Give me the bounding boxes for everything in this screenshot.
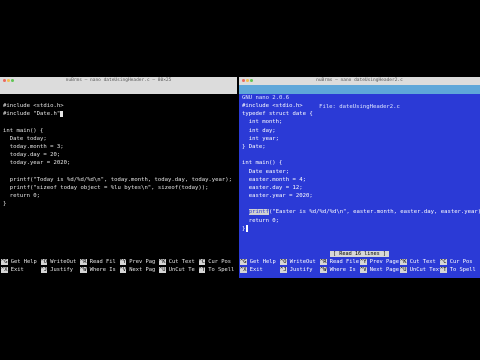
- shortcut-label: Next Page: [366, 267, 399, 273]
- code-line: typedef struct date {: [242, 111, 313, 118]
- close-button[interactable]: [3, 79, 6, 82]
- close-button[interactable]: [242, 79, 245, 82]
- shortcut-item[interactable]: ^G Get Help: [240, 259, 276, 266]
- shortcut-item[interactable]: ^O WriteOut: [40, 259, 77, 266]
- left-window-title: nuBrms — nano dateUsingHeader.c — 80×25: [65, 78, 172, 83]
- shortcut-label: Get Help: [7, 259, 37, 265]
- code-line: int year;: [242, 135, 280, 142]
- code-line: easter.day = 12;: [242, 184, 303, 191]
- code-line: today.year = 2020;: [3, 160, 71, 167]
- shortcut-item[interactable]: ^J Justify: [40, 267, 73, 274]
- shortcut-item[interactable]: ^T To Spell: [440, 267, 476, 274]
- shortcut-label: Where Is: [86, 267, 116, 273]
- right-code-editor[interactable]: #include <stdio.h> typedef struct date { …: [242, 102, 480, 233]
- window-controls: [242, 79, 254, 83]
- shortcut-item[interactable]: ^T To Spell: [198, 267, 235, 274]
- shortcut-item[interactable]: ^O WriteOut: [280, 259, 316, 266]
- left-window-titlebar[interactable]: nuBrms — nano dateUsingHeader.c — 80×25: [0, 77, 237, 85]
- right-nano-header: GNU nano 2.0.6 File: dateUsingHeader2.c: [239, 85, 480, 110]
- shortcut-label: Cur Pos: [446, 259, 473, 265]
- shortcut-item[interactable]: ^Y Prev Pag: [119, 259, 156, 266]
- shortcut-label: To Spell: [446, 267, 476, 273]
- code-line: printf("Today is %d/%d/%d\n", today.mont…: [3, 176, 233, 183]
- code-line: int month;: [242, 119, 283, 126]
- minimize-button[interactable]: [246, 79, 249, 82]
- shortcut-item[interactable]: ^C Cur Pos: [440, 259, 472, 266]
- shortcut-label: Prev Page: [366, 259, 399, 265]
- code-line: #include <stdio.h>: [242, 103, 303, 109]
- shortcut-item[interactable]: ^R Read File: [320, 259, 359, 266]
- shortcut-label: WriteOut: [47, 259, 77, 265]
- shortcut-label: WriteOut: [286, 259, 316, 265]
- right-window-title: nuBrms — nano dateUsingHeader2.c: [316, 78, 403, 83]
- left-nano-header: GNU nano 2.0.6 File: dateUsingHeader.c M…: [0, 85, 237, 119]
- code-line: } Date;: [242, 143, 266, 150]
- code-line: today.day = 20;: [3, 152, 61, 159]
- code-line: easter.month = 4;: [242, 176, 306, 183]
- minimize-button[interactable]: [7, 79, 10, 82]
- shortcut-item[interactable]: ^K Cut Text: [159, 259, 195, 266]
- code-line: #include "Date.h": [3, 110, 232, 118]
- shortcut-label: Read File: [326, 259, 359, 265]
- shortcut-label: Cur Pos: [205, 259, 231, 265]
- code-line: today.month = 3;: [3, 143, 64, 150]
- code-line: int main() {: [242, 160, 283, 167]
- shortcut-item[interactable]: ^C Cur Pos: [198, 259, 231, 266]
- shortcut-item[interactable]: ^X Exit: [1, 267, 24, 274]
- shortcut-label: Exit: [7, 267, 24, 273]
- shortcut-label: UnCut Text: [406, 267, 443, 273]
- shortcut-label: Next Pag: [126, 267, 156, 273]
- code-line: return 0;: [242, 217, 280, 224]
- text-cursor: [246, 224, 249, 232]
- code-line: #include <stdio.h>: [3, 103, 64, 109]
- right-window-titlebar[interactable]: nuBrms — nano dateUsingHeader2.c: [239, 77, 480, 85]
- code-line: printf("sizeof today object = %lu bytes\…: [3, 184, 209, 191]
- shortcut-label: Prev Pag: [126, 259, 156, 265]
- shortcut-item[interactable]: ^G Get Help: [1, 259, 37, 266]
- shortcut-item[interactable]: ^X Exit: [240, 267, 263, 274]
- code-line: }: [242, 224, 480, 233]
- maximize-button[interactable]: [11, 79, 14, 82]
- shortcut-item[interactable]: ^Y Prev Page: [360, 259, 399, 266]
- code-line: }: [3, 201, 7, 208]
- shortcut-label: Justify: [47, 267, 73, 273]
- text-selection: printf: [248, 209, 269, 216]
- left-code-editor[interactable]: #include <stdio.h> #include "Date.h" int m…: [3, 102, 232, 208]
- status-message: [ Read 16 lines ]: [239, 251, 480, 258]
- maximize-button[interactable]: [250, 79, 253, 82]
- shortcut-label: Where Is: [326, 267, 356, 273]
- right-terminal-window[interactable]: nuBrms — nano dateUsingHeader2.c GNU nan…: [239, 77, 480, 278]
- code-line: printf("Easter is %d/%d/%d\n", easter.mo…: [248, 209, 480, 216]
- left-terminal-window[interactable]: nuBrms — nano dateUsingHeader.c — 80×25 …: [0, 77, 237, 278]
- shortcut-label: Exit: [246, 267, 263, 273]
- window-controls: [3, 79, 15, 83]
- shortcut-item[interactable]: ^U UnCut Text: [400, 267, 442, 274]
- shortcut-label: Justify: [286, 267, 313, 273]
- shortcut-label: Get Help: [246, 259, 276, 265]
- shortcut-item[interactable]: ^R Read Fil: [80, 259, 116, 266]
- shortcut-item[interactable]: ^V Next Pag: [119, 267, 156, 274]
- code-line: int main() {: [3, 127, 44, 134]
- shortcut-item[interactable]: ^W Where Is: [80, 267, 116, 274]
- text-cursor: [60, 110, 64, 117]
- code-line: int day;: [242, 127, 276, 134]
- code-line: Date today;: [3, 135, 47, 142]
- shortcut-item[interactable]: ^U UnCut Te: [159, 267, 195, 274]
- shortcut-label: Cut Text: [406, 259, 436, 265]
- code-line: return 0;: [3, 193, 41, 200]
- shortcut-item[interactable]: ^K Cut Text: [400, 259, 436, 266]
- shortcut-item[interactable]: ^V Next Page: [360, 267, 399, 274]
- code-line: Date easter;: [242, 168, 290, 175]
- code-line: easter.year = 2020;: [242, 193, 313, 200]
- shortcut-label: To Spell: [205, 267, 235, 273]
- shortcut-label: Read Fil: [86, 259, 116, 265]
- shortcut-label: Cut Text: [165, 259, 195, 265]
- shortcut-item[interactable]: ^W Where Is: [320, 267, 356, 274]
- shortcut-label: UnCut Te: [165, 267, 195, 273]
- shortcut-item[interactable]: ^J Justify: [280, 267, 312, 274]
